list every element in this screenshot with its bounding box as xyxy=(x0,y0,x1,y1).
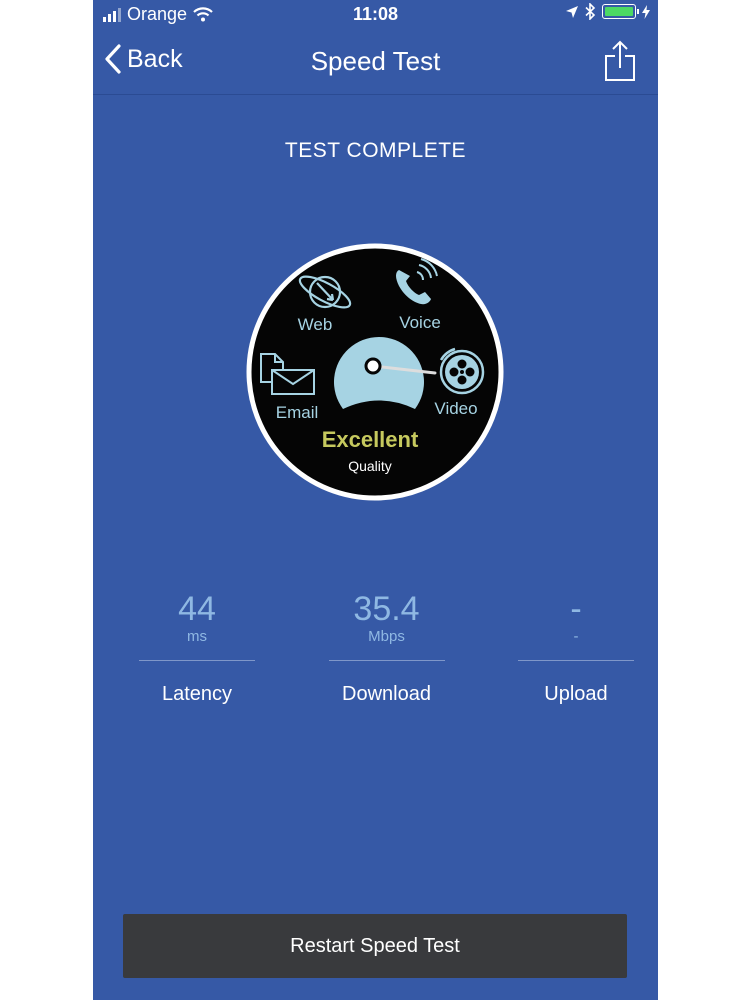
latency-stat: 44 ms Latency xyxy=(139,590,255,706)
download-label: Download xyxy=(342,683,431,705)
email-label: Email xyxy=(276,403,319,422)
navigation-bar: Back Speed Test xyxy=(93,30,658,95)
divider xyxy=(328,660,445,661)
download-stat: 35.4 Mbps Download xyxy=(328,590,445,706)
status-bar: Orange 11:08 xyxy=(93,0,658,30)
quality-caption: Quality xyxy=(348,458,392,474)
quality-rating: Excellent xyxy=(322,427,419,452)
bluetooth-icon xyxy=(585,3,596,20)
page-title: Speed Test xyxy=(310,46,441,76)
latency-label: Latency xyxy=(161,683,233,705)
divider xyxy=(518,660,634,661)
download-unit: Mbps xyxy=(368,628,405,645)
download-value: 35.4 xyxy=(353,590,420,628)
upload-unit: - xyxy=(573,628,579,645)
latency-value: 44 xyxy=(178,590,216,628)
video-icon xyxy=(439,347,485,395)
test-status: TEST COMPLETE xyxy=(284,139,467,162)
video-label: Video xyxy=(434,399,477,418)
voice-label: Voice xyxy=(399,313,441,332)
restart-speed-test-button[interactable]: Restart Speed Test xyxy=(123,914,627,978)
upload-value: - xyxy=(570,590,582,628)
charging-bolt-icon xyxy=(642,4,650,19)
results-panel: 44 ms Latency 35.4 Mbps Download - - Upl… xyxy=(139,590,634,706)
divider xyxy=(139,660,255,661)
location-arrow-icon xyxy=(566,5,578,18)
upload-label: Upload xyxy=(544,683,608,705)
latency-unit: ms xyxy=(187,628,207,645)
needle-hub xyxy=(364,357,382,375)
web-label: Web xyxy=(298,315,333,334)
quality-gauge: Web Voice Email Video Excellent Quality xyxy=(246,243,504,501)
battery-icon xyxy=(602,4,639,19)
status-right xyxy=(565,3,650,20)
share-button[interactable] xyxy=(604,40,636,82)
phone-screen: Orange 11:08 Back Speed Test TEST COMPLE… xyxy=(93,0,658,1000)
upload-stat: - - Upload xyxy=(518,590,634,706)
